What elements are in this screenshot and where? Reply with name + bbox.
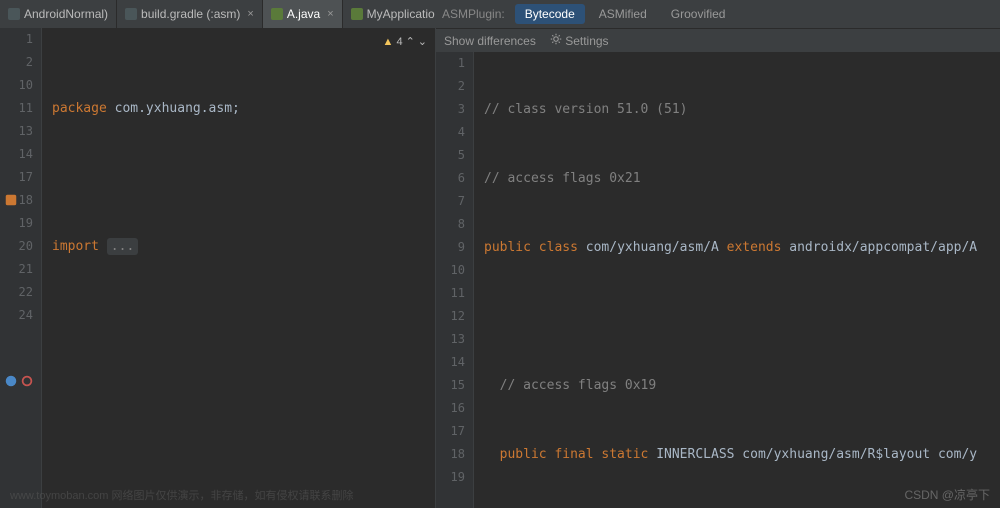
line-number: 21	[0, 258, 33, 281]
line-number: 8	[436, 213, 465, 236]
plugin-tabs: ASMPlugin: Bytecode ASMified Groovified	[436, 0, 1000, 28]
plugin-label: ASMPlugin:	[442, 7, 505, 21]
java-class-icon	[351, 8, 363, 20]
line-number: 6	[436, 167, 465, 190]
close-icon[interactable]: ×	[247, 8, 253, 20]
line-number: 9	[436, 236, 465, 259]
line-number: 24	[0, 304, 33, 327]
line-number: 10	[0, 74, 33, 97]
tab-groovified[interactable]: Groovified	[661, 4, 736, 24]
line-number: 12	[436, 305, 465, 328]
line-number: 10	[436, 259, 465, 282]
tab-asmified[interactable]: ASMified	[589, 4, 657, 24]
tab-label: AndroidNormal)	[24, 7, 108, 21]
code-line	[484, 305, 1000, 328]
line-number: 14	[0, 143, 33, 166]
nav-down-icon[interactable]: ⌄	[418, 31, 427, 54]
tab-a-java[interactable]: A.java ×	[263, 0, 343, 28]
watermark: CSDN @凉亭下	[904, 486, 990, 503]
line-number: 19	[436, 466, 465, 489]
inspection-badge[interactable]: ▲ 4 ⌃ ⌄	[383, 31, 427, 54]
java-class-icon	[271, 8, 283, 20]
tab-label: MyApplication.java	[367, 7, 435, 21]
line-number: 5	[436, 144, 465, 167]
gradle-icon	[125, 8, 137, 20]
line-number: 2	[436, 75, 465, 98]
class-gutter-icon[interactable]	[4, 193, 18, 207]
line-number: 22	[0, 281, 33, 304]
warning-icon: ▲	[383, 31, 394, 54]
bytecode-toolbar: Show differences Settings	[436, 28, 1000, 52]
line-number: 1	[0, 28, 33, 51]
right-editor[interactable]: 1 2 3 4 5 6 7 8 9 10 11 12 13 14 15 16 1…	[436, 52, 1000, 508]
left-editor-panel: AndroidNormal) build.gradle (:asm) × A.j…	[0, 0, 435, 508]
nav-up-icon[interactable]: ⌃	[406, 31, 415, 54]
line-number: 20	[0, 235, 33, 258]
close-icon[interactable]: ×	[327, 8, 333, 20]
gear-icon	[550, 33, 562, 45]
code-line	[52, 166, 435, 189]
code-line: // access flags 0x19	[484, 374, 1000, 397]
code-line	[52, 373, 435, 396]
code-line: package com.yxhuang.asm;	[52, 97, 435, 120]
left-editor[interactable]: 1 2 10 11 13 14 17 18 19 20 21 22 24	[0, 28, 435, 508]
code-line: // access flags 0x21	[484, 167, 1000, 190]
left-gutter: 1 2 10 11 13 14 17 18 19 20 21 22 24	[0, 28, 42, 508]
tab-label: build.gradle (:asm)	[141, 7, 240, 21]
line-number: 7	[436, 190, 465, 213]
line-number: 17	[436, 420, 465, 443]
line-number: 13	[0, 120, 33, 143]
code-line: import ...	[52, 235, 435, 258]
line-number: 18	[436, 443, 465, 466]
settings-button[interactable]: Settings	[550, 33, 609, 48]
line-number: 11	[0, 97, 33, 120]
tab-label: A.java	[287, 7, 320, 21]
tab-build-gradle[interactable]: build.gradle (:asm) ×	[117, 0, 263, 28]
line-number: 2	[0, 51, 33, 74]
line-number: 3	[436, 98, 465, 121]
override-gutter-icon[interactable]	[4, 374, 18, 388]
import-fold[interactable]: ...	[107, 238, 138, 255]
line-number: 4	[436, 121, 465, 144]
warning-count: 4	[396, 31, 402, 54]
module-icon	[8, 8, 20, 20]
line-number: 17	[0, 166, 33, 189]
watermark-left: www.toymoban.com 网络图片仅供演示，非存储，如有侵权请联系删除	[10, 487, 353, 503]
code-line	[52, 304, 435, 327]
line-number: 14	[436, 351, 465, 374]
code-line: public final static INNERCLASS com/yxhua…	[484, 443, 1000, 466]
line-number: 15	[436, 374, 465, 397]
code-line	[52, 442, 435, 465]
tab-android-normal[interactable]: AndroidNormal)	[0, 0, 117, 28]
tab-myapplication[interactable]: MyApplication.java ×	[343, 0, 435, 28]
right-gutter: 1 2 3 4 5 6 7 8 9 10 11 12 13 14 15 16 1…	[436, 52, 474, 508]
left-code-area[interactable]: ▲ 4 ⌃ ⌄ package com.yxhuang.asm; import …	[42, 28, 435, 508]
code-line: public class com/yxhuang/asm/A extends a…	[484, 236, 1000, 259]
editor-tabs: AndroidNormal) build.gradle (:asm) × A.j…	[0, 0, 435, 28]
line-number: 13	[436, 328, 465, 351]
right-bytecode-panel: ASMPlugin: Bytecode ASMified Groovified …	[435, 0, 1000, 508]
line-number: 19	[0, 212, 33, 235]
implement-gutter-icon[interactable]	[20, 374, 34, 388]
line-number: 11	[436, 282, 465, 305]
right-code-area[interactable]: // class version 51.0 (51) // access fla…	[474, 52, 1000, 508]
code-line: // class version 51.0 (51)	[484, 98, 1000, 121]
line-number: 1	[436, 52, 465, 75]
tab-bytecode[interactable]: Bytecode	[515, 4, 585, 24]
show-diff-button[interactable]: Show differences	[444, 34, 536, 48]
line-number: 16	[436, 397, 465, 420]
